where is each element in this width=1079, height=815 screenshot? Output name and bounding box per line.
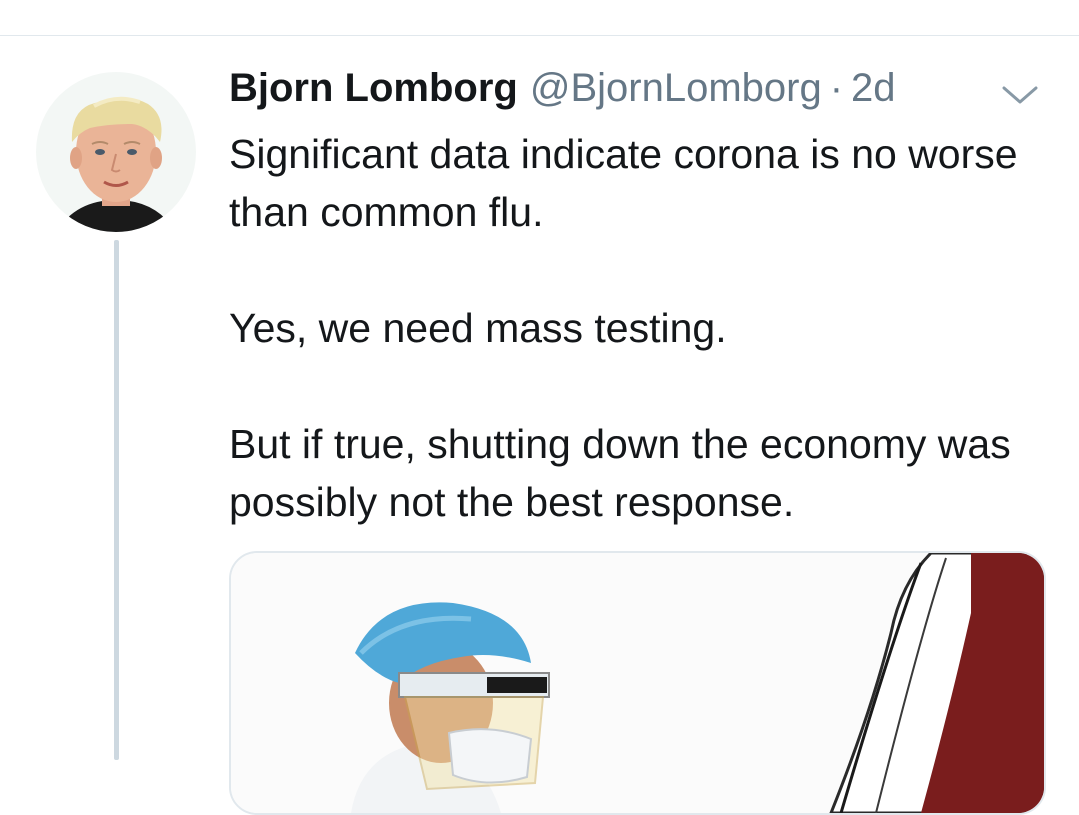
separator-dot: ·: [829, 66, 844, 110]
user-handle[interactable]: @BjornLomborg: [530, 66, 822, 111]
timestamp[interactable]: 2d: [851, 66, 896, 111]
tweet-paragraph: Yes, we need mass testing.: [229, 305, 727, 351]
chevron-down-icon[interactable]: [1000, 80, 1040, 110]
thread-line: [114, 240, 119, 760]
tweet[interactable]: Bjorn Lomborg @BjornLomborg · 2d Signifi…: [0, 36, 1079, 815]
tweet-paragraph: Significant data indicate corona is no w…: [229, 131, 1018, 235]
tweet-paragraph: But if true, shutting down the economy w…: [229, 421, 1011, 525]
media-card[interactable]: [229, 551, 1046, 815]
display-name[interactable]: Bjorn Lomborg: [229, 66, 518, 111]
tweet-text: Significant data indicate corona is no w…: [229, 125, 1049, 531]
tweet-header: Bjorn Lomborg @BjornLomborg · 2d: [229, 66, 896, 116]
avatar-image: [36, 72, 196, 232]
avatar[interactable]: [36, 72, 196, 232]
media-image: [231, 553, 1044, 813]
